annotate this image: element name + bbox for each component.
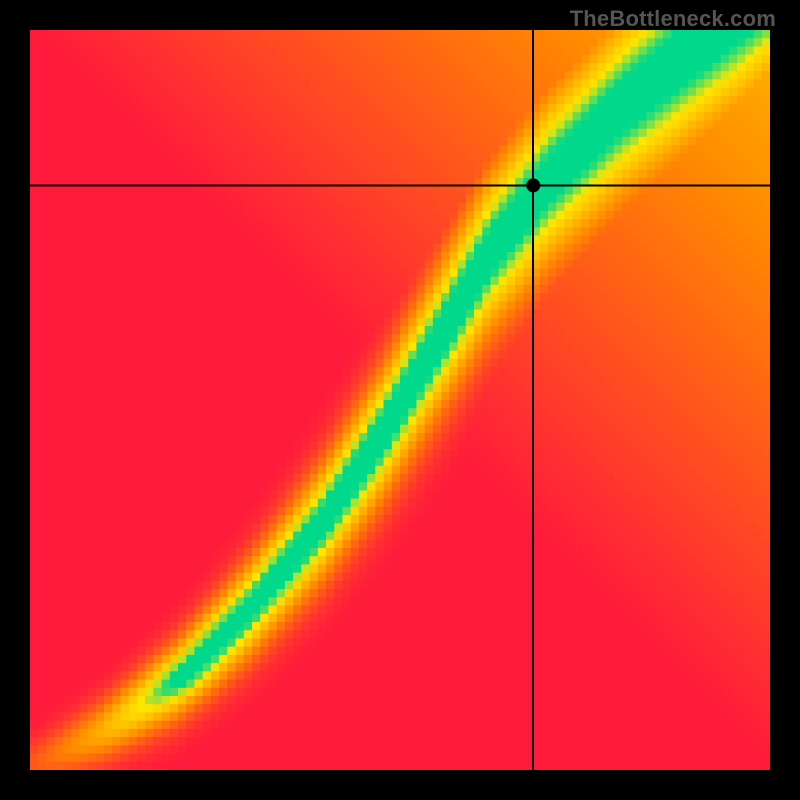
watermark-text: TheBottleneck.com xyxy=(570,6,776,32)
heatmap-svg xyxy=(30,30,770,770)
marker-point-icon xyxy=(526,178,540,192)
bottleneck-heatmap xyxy=(30,30,770,770)
heatmap-cells xyxy=(30,30,770,770)
